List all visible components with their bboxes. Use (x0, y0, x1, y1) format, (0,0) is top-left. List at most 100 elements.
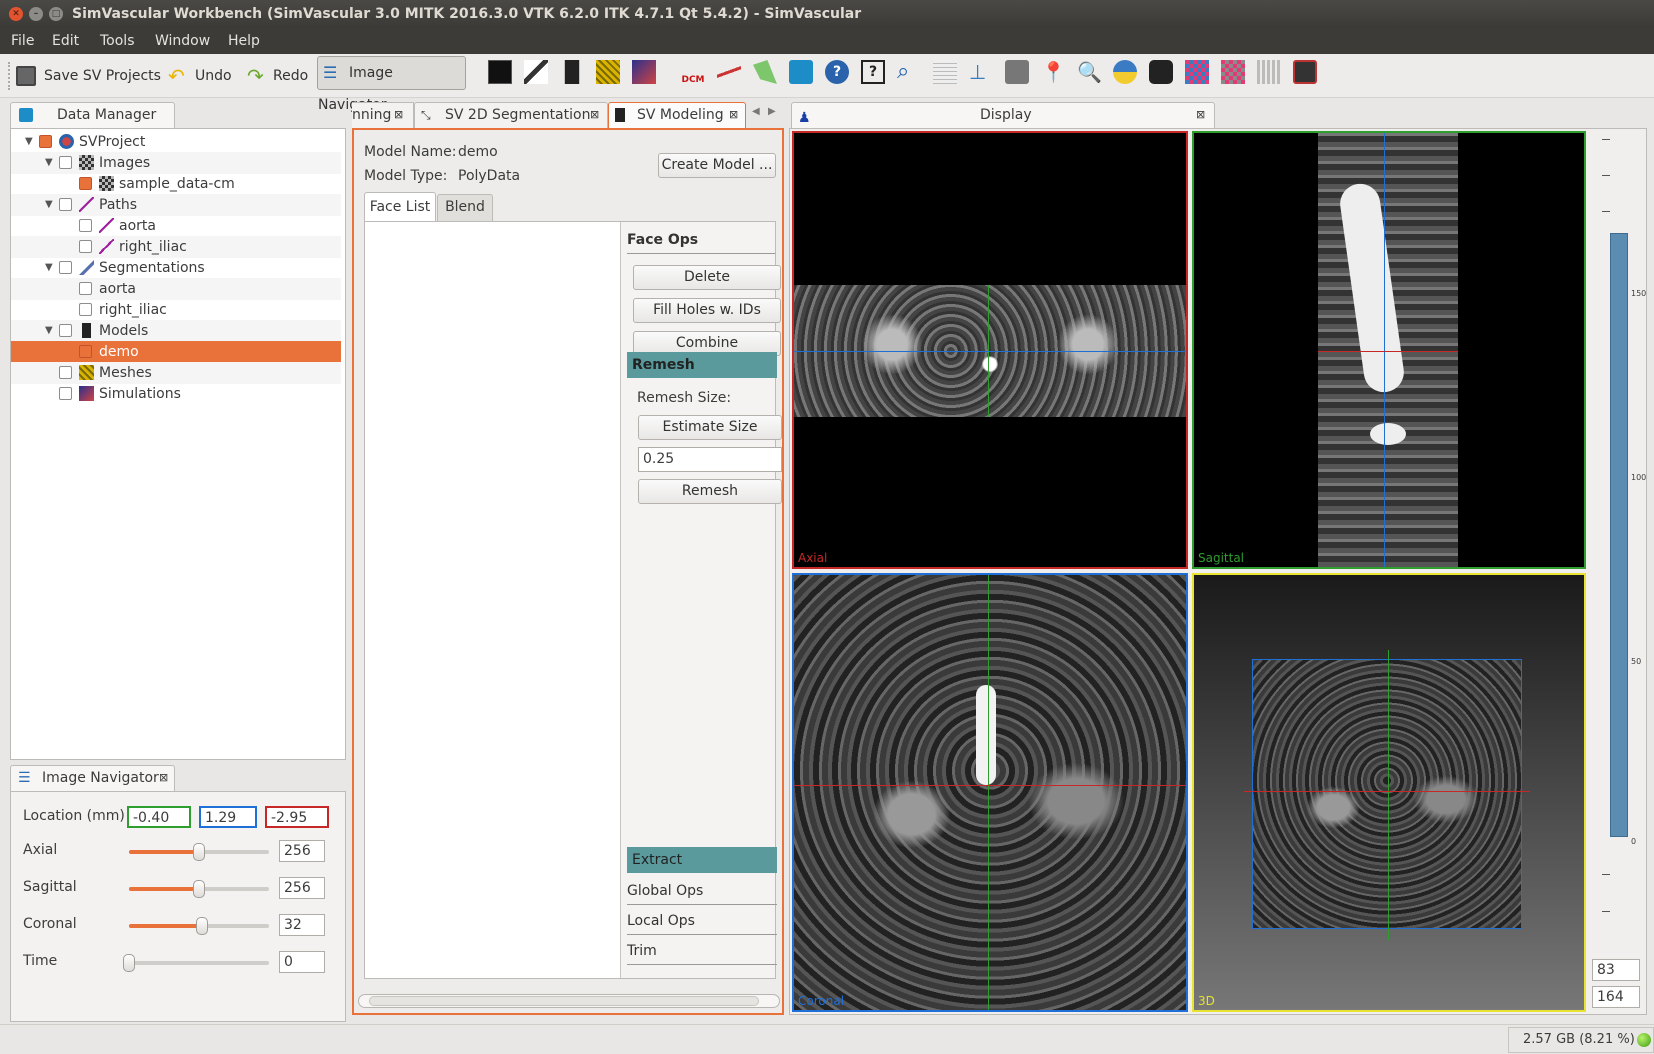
image-navigator-toggle[interactable]: ☰ Image Navigator (317, 56, 466, 113)
trim-header[interactable]: Trim (627, 938, 777, 965)
level-input[interactable]: 83 (1592, 959, 1640, 981)
screenshot-icon[interactable] (1005, 60, 1029, 84)
tree-item[interactable]: ▼ Models (11, 320, 341, 342)
visibility-checkbox[interactable] (79, 177, 92, 190)
dicom-icon[interactable]: DCM (681, 60, 705, 85)
path-planning-icon[interactable] (524, 60, 548, 84)
tree-item[interactable]: ▼ SVProject (11, 131, 341, 153)
visibility-checkbox[interactable] (59, 366, 72, 379)
volume-render-icon[interactable] (1221, 60, 1245, 84)
mesh-icon[interactable] (596, 60, 620, 84)
create-model-button[interactable]: Create Model ... (658, 153, 776, 178)
location-z-input[interactable]: -2.95 (265, 806, 329, 828)
remesh-button[interactable]: Remesh (638, 479, 782, 504)
tree-item[interactable]: ▼ Paths (11, 194, 341, 216)
fill-holes-button[interactable]: Fill Holes w. IDs (633, 298, 781, 323)
context-help-icon[interactable]: ? (861, 60, 885, 84)
expand-arrow-icon[interactable]: ▼ (45, 194, 53, 216)
visibility-checkbox[interactable] (59, 261, 72, 274)
sagittal-view[interactable]: Sagittal (1192, 131, 1586, 569)
display-tab[interactable]: ♟ Display ⊠ (791, 102, 1215, 128)
time-spinbox[interactable]: 0 (279, 951, 325, 973)
estimate-size-button[interactable]: Estimate Size (638, 415, 782, 440)
cube-icon[interactable] (789, 60, 813, 84)
redo-button[interactable]: ↷ Redo (247, 62, 308, 90)
data-manager-tab[interactable]: Data Manager (10, 102, 175, 128)
menu-window[interactable]: Window (155, 28, 210, 54)
local-ops-header[interactable]: Local Ops (627, 908, 777, 935)
volume-vis-icon[interactable] (1185, 60, 1209, 84)
histogram-icon[interactable] (1257, 60, 1281, 84)
sagittal-spinbox[interactable]: 256 (279, 877, 325, 899)
tree-item[interactable]: sample_data-cm (11, 173, 341, 195)
3d-view[interactable]: 3D (1192, 573, 1586, 1012)
axial-view[interactable]: Axial (792, 131, 1188, 569)
window-input[interactable]: 164 (1592, 986, 1640, 1008)
tab-sv-modeling[interactable]: SV Modeling ⊠ (608, 102, 746, 128)
tree-item[interactable]: right_iliac (11, 236, 341, 258)
visibility-checkbox[interactable] (79, 282, 92, 295)
tab-scroll-right-icon[interactable]: ▶ (768, 106, 776, 117)
view-eye-icon[interactable] (1293, 60, 1317, 84)
visibility-checkbox[interactable] (79, 345, 92, 358)
level-window-bar[interactable] (1610, 233, 1628, 837)
menu-tools[interactable]: Tools (100, 28, 135, 54)
minimize-window-button[interactable]: – (29, 7, 43, 21)
face-list[interactable] (365, 222, 621, 978)
visibility-checkbox[interactable] (79, 240, 92, 253)
sagittal-slider-handle[interactable] (193, 880, 205, 898)
close-window-button[interactable]: ✕ (9, 7, 23, 21)
image-navigator-tab[interactable]: ☰ Image Navigator ⊠ (10, 765, 175, 791)
horizontal-scrollbar[interactable] (358, 994, 780, 1008)
scrollbar-thumb[interactable] (369, 996, 759, 1006)
face-ops-header[interactable]: Face Ops (627, 227, 775, 254)
delete-button[interactable]: Delete (633, 265, 781, 290)
camera-icon[interactable] (1149, 60, 1173, 84)
expand-arrow-icon[interactable]: ▼ (45, 152, 53, 174)
tree-item[interactable]: aorta (11, 215, 341, 237)
coronal-spinbox[interactable]: 32 (279, 914, 325, 936)
location-x-input[interactable]: -0.40 (127, 806, 191, 828)
close-tab-icon[interactable]: ⊠ (590, 103, 599, 127)
visibility-checkbox[interactable] (59, 387, 72, 400)
expand-arrow-icon[interactable]: ▼ (45, 320, 53, 342)
visibility-checkbox[interactable] (79, 219, 92, 232)
coronal-slider-handle[interactable] (195, 917, 208, 935)
image-viewer-icon[interactable] (488, 60, 512, 84)
visibility-checkbox[interactable] (59, 324, 72, 337)
tab-path-planning[interactable]: nning ⊠ (352, 102, 414, 128)
axes-icon[interactable]: ⊥ (969, 60, 993, 84)
measurement-icon[interactable] (717, 60, 741, 84)
tree-item[interactable]: aorta (11, 278, 341, 300)
close-tab-icon[interactable]: ⊠ (729, 103, 738, 127)
maximize-window-button[interactable]: □ (49, 7, 63, 21)
toolbar-grip[interactable] (8, 62, 11, 90)
location-y-input[interactable]: 1.29 (199, 806, 257, 828)
zoom-icon[interactable]: 🔍 (1077, 60, 1102, 84)
level-window-widget[interactable]: 150 100 50 0 83 164 (1590, 129, 1646, 1012)
tree-item[interactable]: ▼ Images (11, 152, 341, 174)
tree-item[interactable]: demo (11, 341, 341, 363)
coronal-view[interactable]: Coronal (792, 573, 1188, 1012)
tree-item[interactable]: Simulations (11, 383, 341, 405)
help-icon[interactable]: ? (825, 60, 849, 84)
axial-slider-handle[interactable] (193, 843, 205, 861)
visibility-checkbox[interactable] (59, 198, 72, 211)
expand-arrow-icon[interactable]: ▼ (45, 257, 53, 279)
tab-2d-segmentation[interactable]: ⤡ SV 2D Segmentation ⊠ (414, 102, 608, 128)
list-icon[interactable] (933, 60, 957, 84)
undo-button[interactable]: ↶ Undo (168, 62, 232, 90)
save-projects-button[interactable]: Save SV Projects (16, 62, 161, 90)
extract-header[interactable]: Extract (627, 847, 777, 873)
python-icon[interactable] (1113, 60, 1137, 84)
tree-item[interactable]: right_iliac (11, 299, 341, 321)
tab-blend[interactable]: Blend (437, 194, 493, 222)
visibility-checkbox[interactable] (39, 135, 52, 148)
tree-item[interactable]: Meshes (11, 362, 341, 384)
visibility-checkbox[interactable] (79, 303, 92, 316)
simulation-icon[interactable] (632, 60, 656, 84)
close-tab-icon[interactable]: ⊠ (159, 766, 168, 790)
expand-arrow-icon[interactable]: ▼ (25, 131, 33, 153)
tree-item[interactable]: ▼ Segmentations (11, 257, 341, 279)
close-tab-icon[interactable]: ⊠ (394, 103, 403, 127)
